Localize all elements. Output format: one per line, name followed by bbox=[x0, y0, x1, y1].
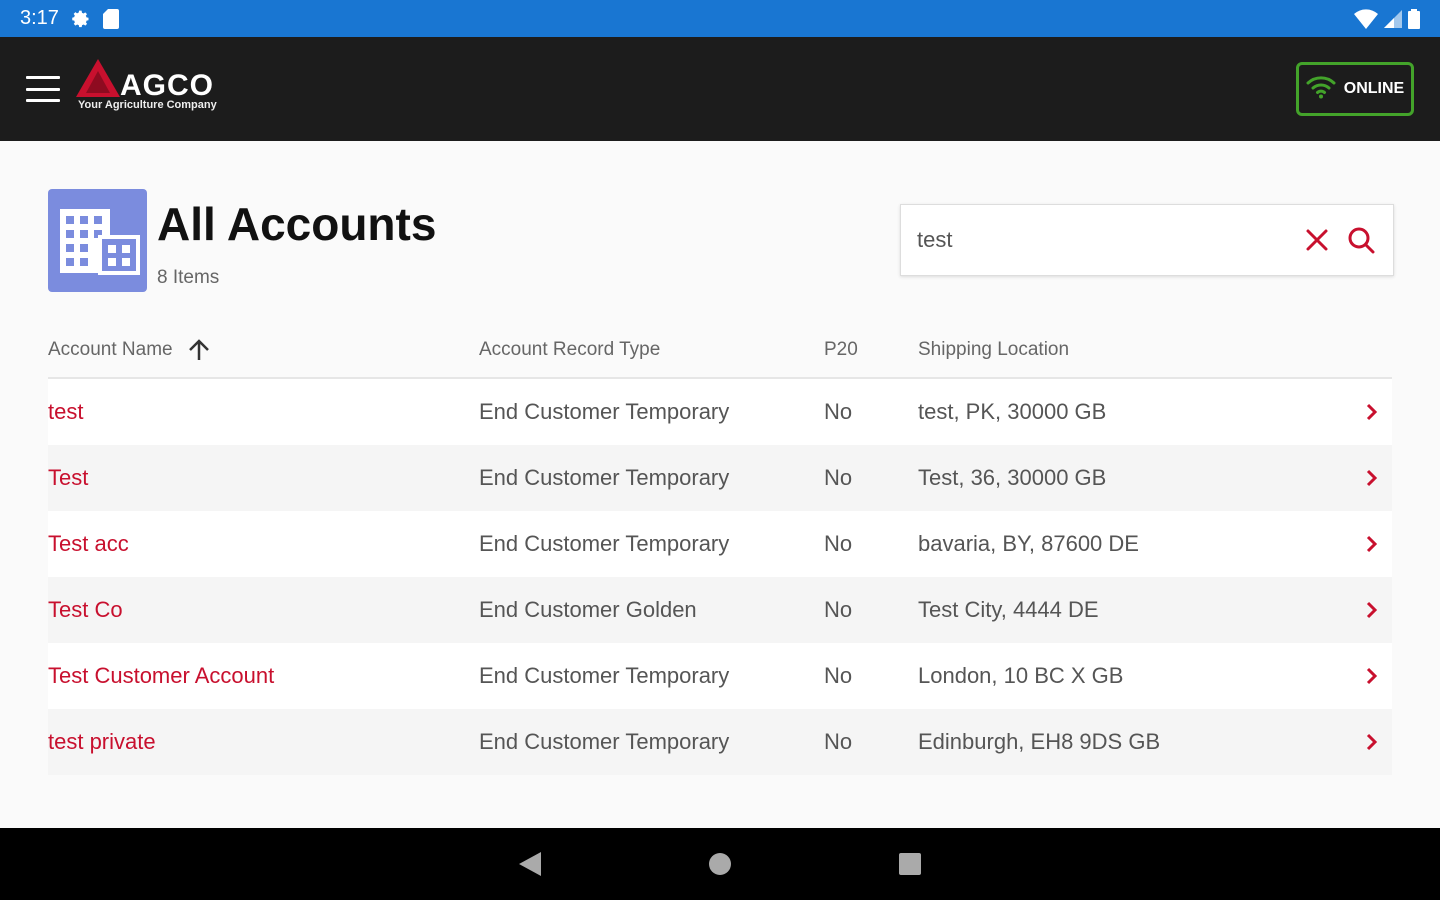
shipping-location-cell: Edinburgh, EH8 9DS GB bbox=[918, 729, 1161, 754]
home-icon[interactable] bbox=[700, 844, 740, 884]
chevron-right-icon[interactable] bbox=[1352, 402, 1392, 422]
clear-search-icon[interactable] bbox=[1301, 224, 1333, 256]
account-name-link[interactable]: test private bbox=[48, 729, 479, 755]
table-body: test End Customer Temporary No test, PK,… bbox=[48, 379, 1392, 775]
p20-cell: No bbox=[824, 465, 853, 490]
logo-tagline: Your Agriculture Company bbox=[78, 99, 217, 111]
arrow-up-icon[interactable] bbox=[187, 338, 211, 362]
chevron-right-icon[interactable] bbox=[1352, 468, 1392, 488]
p20-cell: No bbox=[824, 531, 853, 556]
table-row[interactable]: Test acc End Customer Temporary No bavar… bbox=[48, 511, 1392, 577]
hamburger-menu-icon[interactable] bbox=[26, 76, 60, 102]
shipping-location-cell: test, PK, 30000 GB bbox=[918, 399, 1107, 424]
record-type-cell: End Customer Temporary bbox=[479, 465, 730, 490]
online-status-button[interactable]: ONLINE bbox=[1296, 62, 1414, 116]
accounts-table: Account Name Account Record Type P20 Shi… bbox=[48, 322, 1392, 775]
chevron-right-icon[interactable] bbox=[1352, 732, 1392, 752]
p20-cell: No bbox=[824, 663, 853, 688]
back-icon[interactable] bbox=[510, 844, 550, 884]
column-header-shipping-location[interactable]: Shipping Location bbox=[918, 339, 1352, 361]
wifi-icon bbox=[1306, 75, 1336, 104]
page-title: All Accounts bbox=[157, 198, 437, 250]
p20-cell: No bbox=[824, 399, 853, 424]
column-header-account-name[interactable]: Account Name bbox=[48, 338, 479, 362]
account-name-link[interactable]: Test Customer Account bbox=[48, 663, 479, 689]
column-header-record-type[interactable]: Account Record Type bbox=[479, 339, 824, 361]
settings-icon bbox=[71, 9, 91, 29]
sd-card-icon bbox=[102, 8, 119, 29]
shipping-location-cell: London, 10 BC X GB bbox=[918, 663, 1124, 688]
column-header-p20[interactable]: P20 bbox=[824, 339, 918, 361]
shipping-location-cell: bavaria, BY, 87600 DE bbox=[918, 531, 1139, 556]
online-label: ONLINE bbox=[1343, 80, 1405, 97]
app-bar: AGCO Your Agriculture Company ONLINE bbox=[0, 37, 1440, 141]
building-icon bbox=[48, 189, 147, 292]
account-name-link[interactable]: Test acc bbox=[48, 531, 479, 557]
chevron-right-icon[interactable] bbox=[1352, 666, 1392, 686]
account-name-link[interactable]: test bbox=[48, 399, 479, 425]
search-input[interactable] bbox=[917, 227, 1301, 253]
search-box bbox=[900, 204, 1394, 276]
table-header: Account Name Account Record Type P20 Shi… bbox=[48, 322, 1392, 379]
logo-text: AGCO bbox=[120, 69, 214, 102]
record-type-cell: End Customer Temporary bbox=[479, 531, 730, 556]
record-type-cell: End Customer Temporary bbox=[479, 729, 730, 754]
recents-icon[interactable] bbox=[890, 844, 930, 884]
status-bar: 3:17 bbox=[0, 0, 1440, 37]
item-count: 8 Items bbox=[157, 267, 220, 288]
system-nav-bar bbox=[0, 828, 1440, 900]
table-row[interactable]: test End Customer Temporary No test, PK,… bbox=[48, 379, 1392, 445]
p20-cell: No bbox=[824, 729, 853, 754]
table-row[interactable]: Test End Customer Temporary No Test, 36,… bbox=[48, 445, 1392, 511]
p20-cell: No bbox=[824, 597, 853, 622]
wifi-signal-icon bbox=[1354, 8, 1378, 29]
page-header: All Accounts 8 Items bbox=[48, 189, 1394, 299]
account-name-link[interactable]: Test Co bbox=[48, 597, 479, 623]
shipping-location-cell: Test City, 4444 DE bbox=[918, 597, 1099, 622]
table-row[interactable]: test private End Customer Temporary No E… bbox=[48, 709, 1392, 775]
search-icon[interactable] bbox=[1345, 224, 1377, 256]
status-time: 3:17 bbox=[20, 7, 59, 29]
account-name-link[interactable]: Test bbox=[48, 465, 479, 491]
cell-signal-icon bbox=[1384, 9, 1402, 28]
table-row[interactable]: Test Customer Account End Customer Tempo… bbox=[48, 643, 1392, 709]
battery-icon bbox=[1408, 8, 1420, 29]
record-type-cell: End Customer Golden bbox=[479, 597, 697, 622]
shipping-location-cell: Test, 36, 30000 GB bbox=[918, 465, 1107, 490]
agco-logo: AGCO Your Agriculture Company bbox=[76, 59, 226, 119]
chevron-right-icon[interactable] bbox=[1352, 534, 1392, 554]
chevron-right-icon[interactable] bbox=[1352, 600, 1392, 620]
record-type-cell: End Customer Temporary bbox=[479, 399, 730, 424]
table-row[interactable]: Test Co End Customer Golden No Test City… bbox=[48, 577, 1392, 643]
record-type-cell: End Customer Temporary bbox=[479, 663, 730, 688]
